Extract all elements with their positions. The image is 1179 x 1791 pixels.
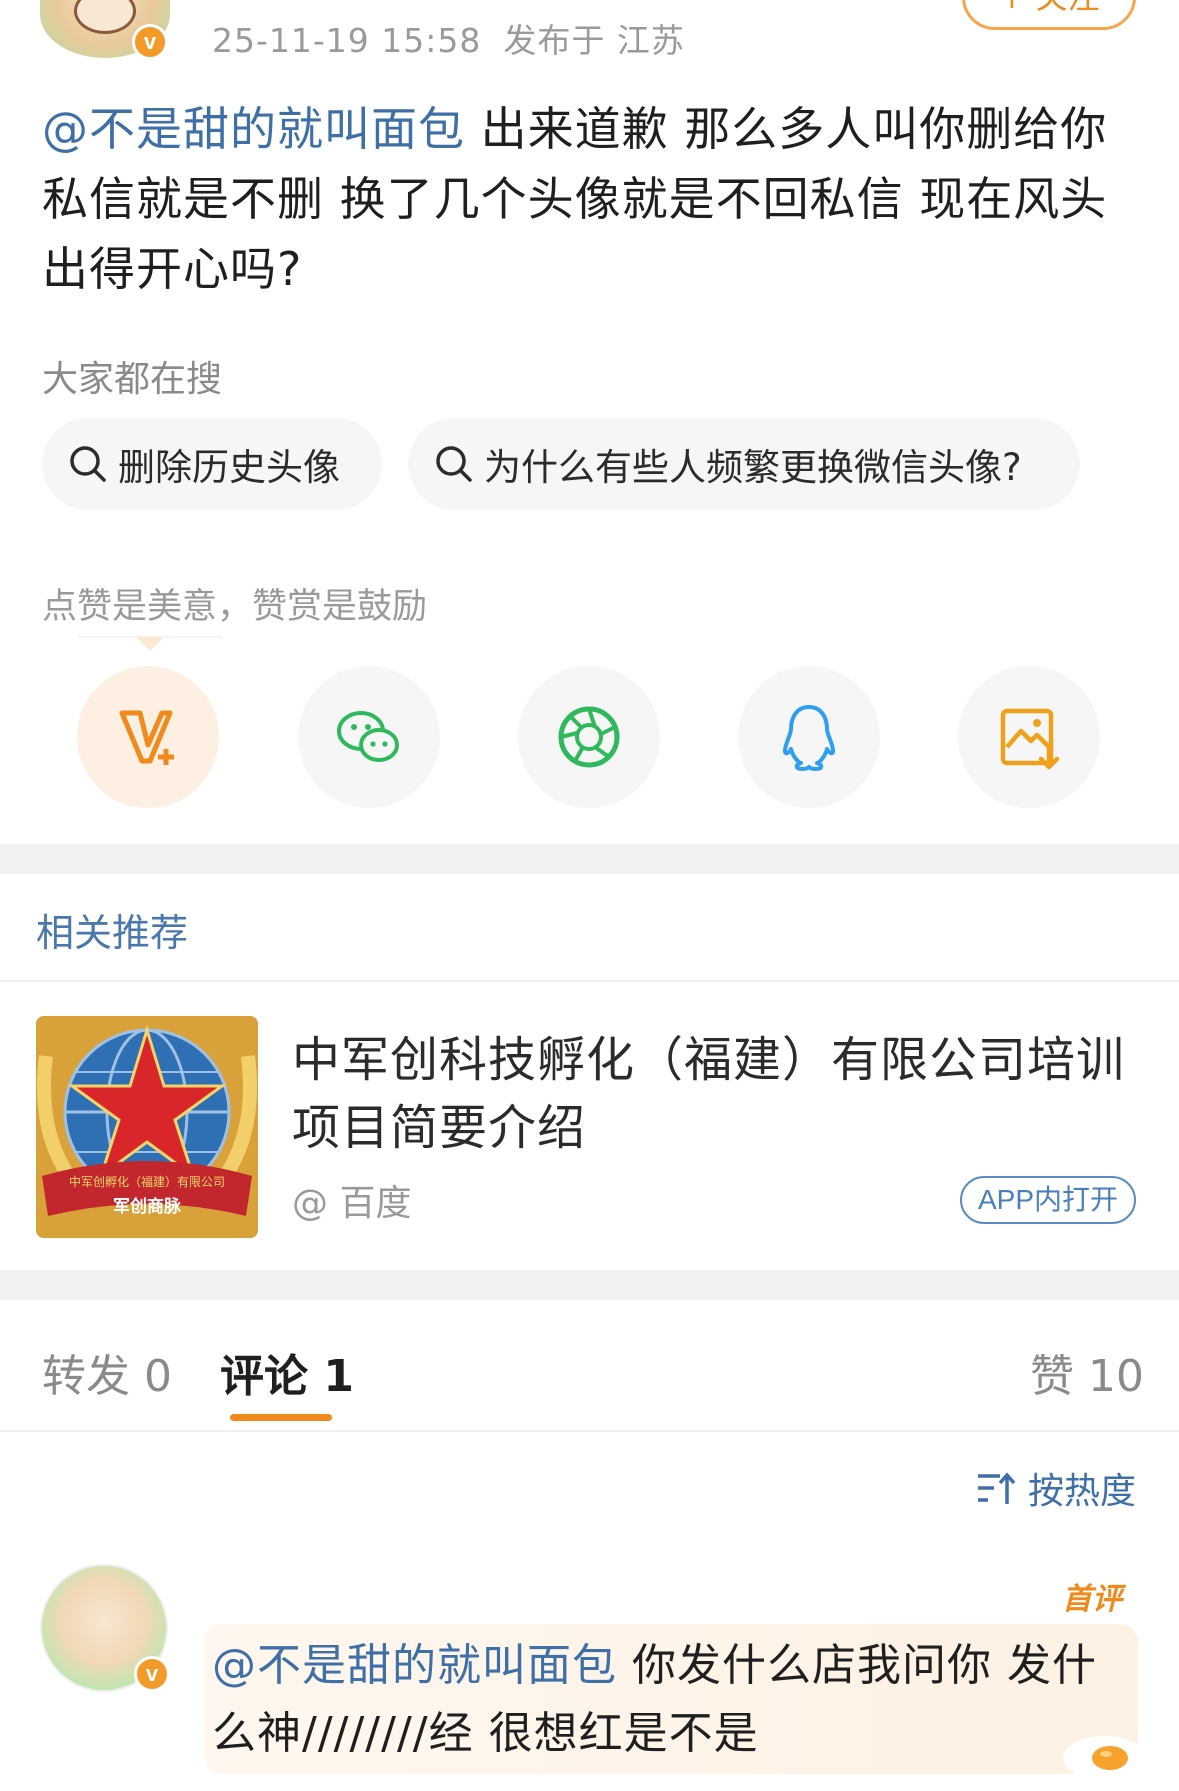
post-header: v 25-11-19 15:58 发布于 江苏 + 关注: [0, 0, 1179, 80]
follow-button[interactable]: + 关注: [962, 0, 1136, 30]
share-qq-button[interactable]: [738, 666, 880, 808]
save-image-button[interactable]: [958, 666, 1100, 808]
share-moments-button[interactable]: [518, 666, 660, 808]
search-icon: [436, 446, 472, 482]
author-avatar[interactable]: v: [40, 0, 170, 60]
post-mention-link[interactable]: @不是甜的就叫面包: [42, 102, 465, 156]
sort-label: 按热度: [1028, 1471, 1137, 1512]
section-gap: [0, 844, 1179, 874]
comment-mention-link[interactable]: @不是甜的就叫面包: [212, 1640, 617, 1691]
post-meta: 25-11-19 15:58 发布于 江苏: [212, 14, 685, 62]
search-chip-change-avatar[interactable]: 为什么有些人频繁更换微信头像?: [408, 418, 1080, 510]
trending-search-title: 大家都在搜: [42, 359, 223, 400]
comment-text: @不是甜的就叫面包 你发什么店我问你 发什么神////////经 很想红是不是: [212, 1632, 1112, 1768]
sort-by-hot-button[interactable]: 按热度: [976, 1462, 1136, 1514]
v-plus-icon: [119, 710, 174, 765]
moments-icon: [558, 706, 620, 768]
reward-v-plus-button[interactable]: [77, 666, 219, 808]
sort-icon: [978, 1472, 1016, 1504]
related-card-source: @ 百度: [292, 1183, 412, 1224]
verified-v-icon: v: [132, 24, 168, 60]
wechat-icon: [337, 711, 399, 762]
tab-repost[interactable]: 转发 0: [42, 1340, 172, 1404]
tab-comment[interactable]: 评论 1: [220, 1340, 354, 1404]
tip-arrow: [136, 637, 164, 651]
search-icon: [70, 446, 106, 482]
save-image-icon: [1000, 708, 1060, 770]
search-chip-label: 为什么有些人频繁更换微信头像?: [484, 446, 1022, 489]
open-in-app-button[interactable]: APP内打开: [960, 1176, 1136, 1224]
verified-v-icon: v: [134, 1656, 170, 1692]
related-card-title: 中军创科技孵化（福建）有限公司培训项目简要介绍: [292, 1032, 1126, 1156]
thumb-label-text: 军创商脉: [113, 1196, 182, 1217]
commenter-avatar[interactable]: v: [40, 1564, 170, 1692]
post-text: @不是甜的就叫面包 出来道歉 那么多人叫你删给你私信就是不删 换了几个头像就是不…: [42, 94, 1142, 304]
reward-title: 点赞是美意，赞赏是鼓励: [42, 587, 428, 627]
first-comment-badge: 首评: [1062, 1582, 1122, 1617]
fried-egg-icon: [1063, 1736, 1147, 1780]
avatar-face: [74, 0, 136, 34]
related-title: 相关推荐: [36, 911, 189, 955]
related-card[interactable]: 中军创孵化（福建）有限公司 军创商脉 中军创科技孵化（福建）有限公司培训项目简要…: [0, 982, 1179, 1270]
thumb-banner-text: 中军创孵化（福建）有限公司: [69, 1174, 225, 1189]
search-chip-delete-avatar[interactable]: 删除历史头像: [42, 418, 382, 510]
tab-like[interactable]: 赞 10: [1030, 1340, 1144, 1404]
qq-icon: [783, 705, 835, 771]
related-thumbnail: 中军创孵化（福建）有限公司 军创商脉: [36, 1016, 258, 1238]
share-wechat-button[interactable]: [298, 666, 440, 808]
active-tab-indicator: [230, 1414, 332, 1421]
post-time: 25-11-19 15:58: [212, 21, 482, 60]
divider: [0, 1430, 1179, 1432]
emblem-image: 中军创孵化（福建）有限公司 军创商脉: [36, 1016, 258, 1238]
post-location: 发布于 江苏: [503, 21, 685, 60]
section-gap: [0, 1270, 1179, 1300]
search-chip-label: 删除历史头像: [118, 446, 340, 489]
